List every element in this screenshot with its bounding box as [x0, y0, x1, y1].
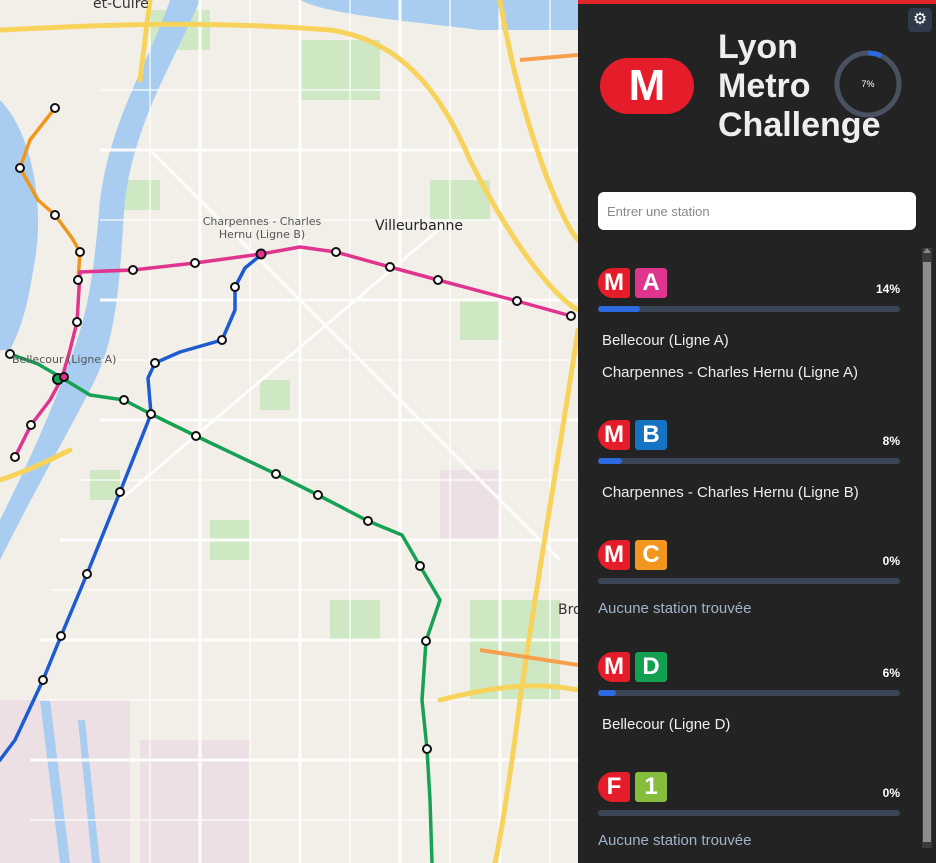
no-station-message: Aucune station trouvée [598, 600, 752, 617]
station-search-input[interactable] [598, 192, 916, 230]
line-progress-fill [598, 458, 623, 464]
line-percent: 14% [875, 282, 900, 296]
line-type-badge: M [598, 652, 630, 682]
gear-icon[interactable]: ⚙ [908, 8, 932, 32]
line-percent: 0% [882, 786, 900, 800]
side-panel: ⚙ M Lyon Metro Challenge 7% MA14%Belleco… [578, 0, 936, 863]
found-station: Bellecour (Ligne A) [602, 332, 729, 349]
line-progress-bar [598, 578, 900, 584]
lines-list[interactable]: M A 14% Bellecour (Ligne A) Charpennes - Cha… [578, 248, 922, 863]
map-label-bellecour: Bellecour (Ligne A) [12, 353, 117, 366]
map-label-villeurbanne: Villeurbanne [375, 218, 464, 234]
map-canvas[interactable] [0, 0, 578, 863]
metro-logo: M [600, 58, 694, 114]
line-progress-bar [598, 458, 900, 464]
found-station: Charpennes - Charles Hernu (Ligne A) [602, 364, 858, 381]
scrollbar-thumb[interactable] [923, 262, 931, 842]
scroll-up-arrow-icon[interactable] [923, 248, 931, 253]
found-station: Charpennes - Charles Hernu (Ligne B) [602, 484, 859, 501]
line-percent: 0% [882, 554, 900, 568]
line-type-badge: F [598, 772, 630, 802]
found-station-charpennes [255, 248, 267, 260]
line-code-badge: A [635, 268, 667, 298]
line-type-badge: M [598, 268, 630, 298]
overall-progress-ring: 7% [834, 50, 902, 118]
line-code-badge: D [635, 652, 667, 682]
line-code-badge: 1 [635, 772, 667, 802]
line-progress-fill [598, 306, 641, 312]
found-station: Bellecour (Ligne D) [602, 716, 731, 733]
overall-progress-label: 7% [861, 79, 875, 89]
line-progress-bar [598, 306, 900, 312]
line-percent: 8% [882, 434, 900, 448]
line-percent: 6% [882, 666, 900, 680]
line-progress-bar [598, 810, 900, 816]
line-progress-bar [598, 690, 900, 696]
map-label-caluire: et-Cuire [93, 0, 149, 12]
line-type-badge: M [598, 540, 630, 570]
map-label-charpennes: Charpennes - Charles Hernu (Ligne B) [202, 215, 322, 241]
panel-accent-bar [578, 0, 936, 4]
scrollbar[interactable] [922, 248, 932, 848]
no-station-message: Aucune station trouvée [598, 832, 752, 849]
map[interactable]: et-Cuire Villeurbanne Charpennes - Charl… [0, 0, 578, 863]
line-code-badge: B [635, 420, 667, 450]
line-progress-fill [598, 690, 617, 696]
map-label-bron: Bro [558, 602, 578, 618]
line-type-badge: M [598, 420, 630, 450]
line-code-badge: C [635, 540, 667, 570]
